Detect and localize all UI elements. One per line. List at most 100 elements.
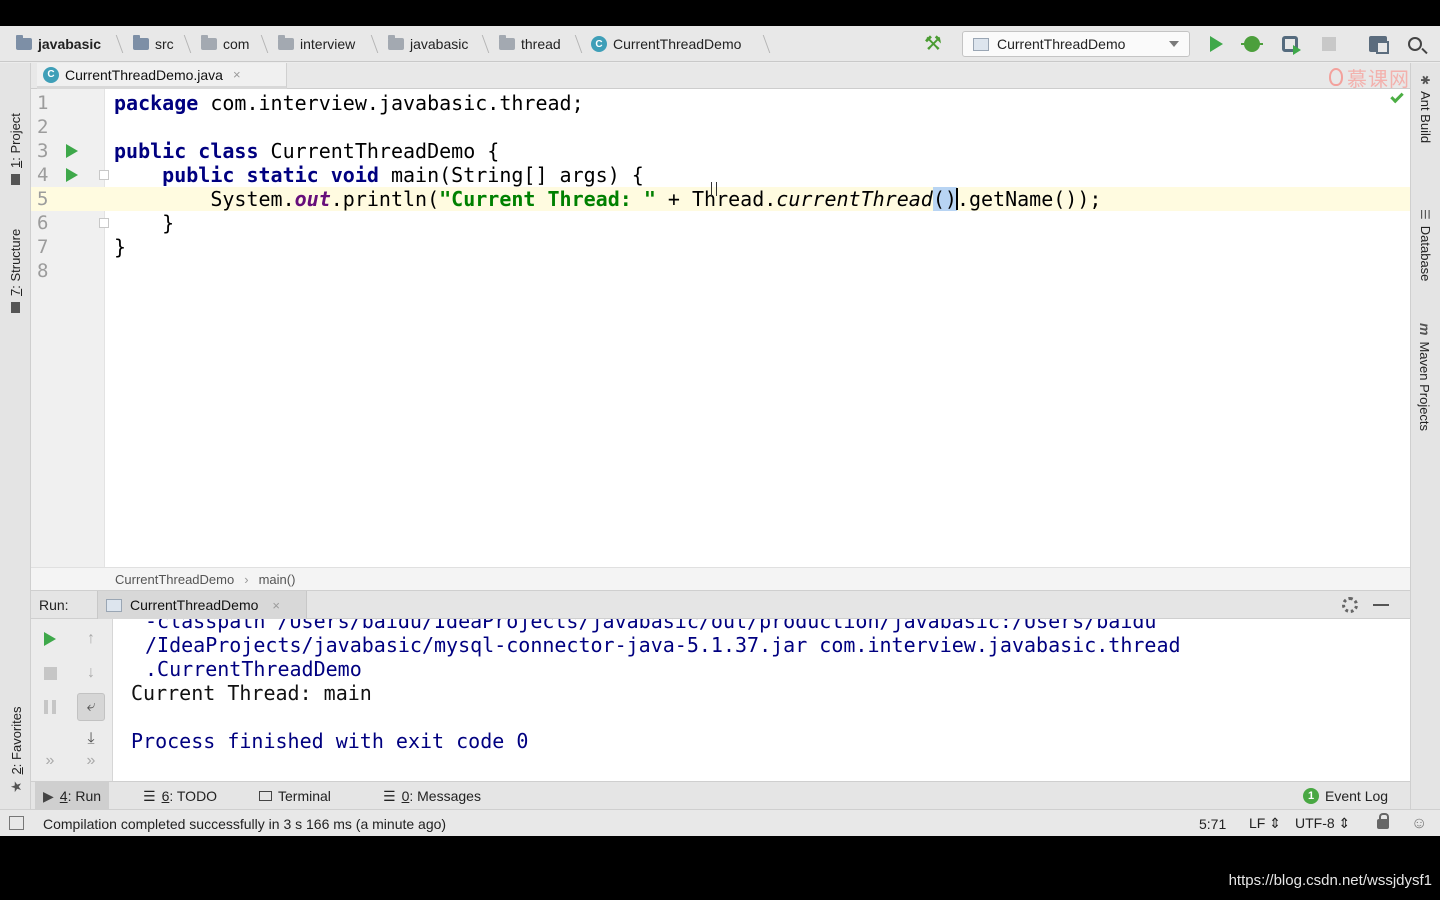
- left-tool-strip: 1: Project 7: Structure ★ 2: Favorites: [0, 63, 31, 833]
- more-actions-button[interactable]: »: [38, 749, 62, 773]
- maven-projects-tool-tab[interactable]: m Maven Projects: [1417, 323, 1433, 431]
- breadcrumb-com[interactable]: com: [201, 26, 249, 62]
- code-editor[interactable]: 1 package com.interview.javabasic.thread…: [31, 89, 1410, 567]
- close-tab-icon[interactable]: ×: [272, 598, 280, 613]
- run-console-output[interactable]: -classpath /Users/baidu/IdeaProjects/jav…: [113, 619, 1410, 781]
- run-tab-currentthreaddemo[interactable]: CurrentThreadDemo ×: [97, 591, 307, 619]
- fold-marker-icon[interactable]: [99, 170, 109, 180]
- chevron-down-icon: [1169, 41, 1179, 47]
- run-panel-label: Run:: [39, 597, 69, 613]
- tool-tab-run[interactable]: ▶ 4: Run: [35, 782, 110, 810]
- run-gutter-icon[interactable]: [66, 144, 78, 158]
- gear-icon[interactable]: [1342, 597, 1358, 613]
- package-icon: [278, 35, 294, 50]
- breadcrumb-class[interactable]: C CurrentThreadDemo: [591, 26, 741, 62]
- run-button[interactable]: [1206, 34, 1226, 54]
- list-icon: ☰: [143, 787, 156, 804]
- status-message: Compilation completed successfully in 3 …: [43, 815, 447, 832]
- down-arrow-icon[interactable]: ↓: [79, 661, 103, 685]
- event-count-badge: 1: [1303, 788, 1319, 804]
- favorites-tool-tab[interactable]: ★ 2: Favorites: [8, 707, 25, 793]
- close-tab-icon[interactable]: ×: [233, 67, 241, 82]
- run-gutter-icon[interactable]: [66, 168, 78, 182]
- ant-build-tool-tab[interactable]: ✱ Ant Build: [1418, 75, 1433, 143]
- run-icon: ▶: [43, 787, 54, 804]
- code-line: 4 public static void main(String[] args)…: [37, 163, 644, 187]
- breadcrumb-separator: [174, 35, 192, 53]
- flame-logo-icon: [1329, 68, 1343, 86]
- breadcrumb-separator: [753, 35, 771, 53]
- console-line: .CurrentThreadDemo: [145, 657, 362, 681]
- search-icon: [1408, 37, 1422, 51]
- stop-button[interactable]: [38, 661, 62, 685]
- tool-windows-toggle-icon[interactable]: [9, 816, 24, 830]
- up-arrow-icon[interactable]: ↑: [79, 627, 103, 651]
- debug-button[interactable]: [1241, 34, 1263, 54]
- project-tool-tab[interactable]: 1: Project: [8, 113, 23, 185]
- stop-button[interactable]: [1319, 34, 1339, 54]
- code-line: 8: [37, 260, 49, 282]
- package-icon: [388, 35, 404, 50]
- inspector-icon[interactable]: ☺: [1411, 810, 1427, 836]
- breadcrumb-javabasic[interactable]: javabasic: [16, 26, 101, 62]
- breadcrumb-separator: [106, 35, 124, 53]
- file-tab-currentthreaddemo[interactable]: C CurrentThreadDemo.java ×: [37, 63, 287, 89]
- editor-breadcrumb-method[interactable]: main(): [259, 572, 296, 587]
- pause-output-button[interactable]: [38, 695, 62, 719]
- console-line: Process finished with exit code 0: [131, 729, 529, 753]
- code-line: 3 public class CurrentThreadDemo {: [37, 139, 500, 163]
- breadcrumb-separator: [472, 35, 490, 53]
- database-tool-tab[interactable]: ☰ Database: [1418, 209, 1433, 281]
- fold-marker-icon[interactable]: [99, 218, 109, 228]
- code-line: 1 package com.interview.javabasic.thread…: [37, 91, 584, 115]
- caret-position[interactable]: 5:71: [1199, 810, 1226, 836]
- line-separator-selector[interactable]: LF ⇕: [1249, 810, 1281, 836]
- ide-window: javabasic src com interview javabasic th…: [0, 26, 1440, 836]
- readonly-toggle[interactable]: [1377, 810, 1389, 836]
- encoding-selector[interactable]: UTF-8 ⇕: [1295, 810, 1350, 836]
- breadcrumb-separator: [361, 35, 379, 53]
- ant-icon: ✱: [1418, 75, 1433, 86]
- rerun-button[interactable]: [38, 627, 62, 651]
- breadcrumb-separator: ›: [244, 571, 249, 587]
- structure-tool-tab[interactable]: 7: Structure: [8, 229, 23, 313]
- watermark-logo: 慕课网: [1329, 64, 1410, 91]
- package-icon: [201, 35, 217, 50]
- project-structure-button[interactable]: [1368, 34, 1389, 54]
- breadcrumb-interview[interactable]: interview: [278, 26, 355, 62]
- package-icon: [499, 35, 515, 50]
- right-tool-strip: ✱ Ant Build ☰ Database m Maven Projects: [1410, 63, 1440, 833]
- breadcrumb-thread[interactable]: thread: [499, 26, 561, 62]
- soft-wrap-toggle[interactable]: ⤶: [77, 693, 105, 721]
- run-panel-header: Run: CurrentThreadDemo ×: [31, 591, 1410, 619]
- tool-tab-event-log[interactable]: 1 Event Log: [1295, 782, 1396, 810]
- scroll-to-end-icon[interactable]: ⤓: [79, 727, 103, 751]
- rerun-icon: [44, 632, 56, 646]
- run-configuration-selector[interactable]: CurrentThreadDemo: [962, 31, 1190, 57]
- hide-panel-icon[interactable]: [1373, 604, 1389, 606]
- search-everywhere-button[interactable]: [1405, 34, 1425, 54]
- editor-breadcrumb: CurrentThreadDemo › main(): [31, 567, 1410, 591]
- code-line: 6 }: [37, 211, 175, 235]
- code-line: 2: [37, 116, 49, 138]
- breadcrumb-javabasic-package[interactable]: javabasic: [388, 26, 468, 62]
- breadcrumb-src[interactable]: src: [133, 26, 174, 62]
- coverage-icon: [1282, 36, 1301, 55]
- build-hammer-icon[interactable]: ⚒: [924, 34, 946, 54]
- csdn-url-watermark: https://blog.csdn.net/wssjdysf1: [1228, 872, 1432, 889]
- structure-icon: [11, 302, 20, 313]
- star-icon: ★: [8, 780, 24, 793]
- tool-tab-todo[interactable]: ☰ 6: TODO: [135, 782, 225, 810]
- editor-breadcrumb-class[interactable]: CurrentThreadDemo: [115, 572, 234, 587]
- more-actions-button[interactable]: »: [79, 749, 103, 773]
- messages-icon: ☰: [383, 787, 396, 804]
- breadcrumb-separator: [251, 35, 269, 53]
- run-toolbar-secondary: ↑ ↓ ⤶ ⤓ »: [69, 619, 113, 781]
- console-line: Current Thread: main: [131, 681, 372, 705]
- navigation-bar: javabasic src com interview javabasic th…: [0, 26, 1440, 62]
- tool-tab-messages[interactable]: ☰ 0: Messages: [375, 782, 489, 810]
- tool-tab-terminal[interactable]: Terminal: [251, 782, 339, 810]
- run-with-coverage-button[interactable]: [1280, 34, 1301, 55]
- stop-icon: [43, 666, 57, 680]
- editor-tab-row: C CurrentThreadDemo.java × 慕课网: [31, 63, 1410, 91]
